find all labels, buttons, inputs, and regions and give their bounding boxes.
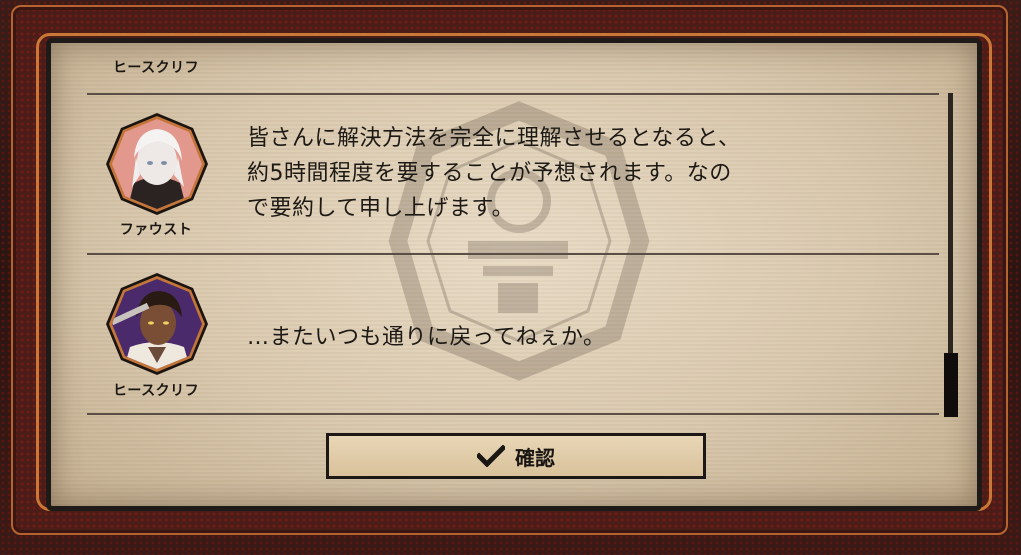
- speaker-name-heathcliff: ヒースクリフ: [112, 383, 200, 399]
- dialog-line-faust-1: 皆さんに解決方法を完全に理解させるとなると、: [247, 126, 741, 151]
- dialog-line-faust-2: 約5時間程度を要することが予想されます。なの: [247, 161, 732, 186]
- scrollbar-thumb[interactable]: [944, 353, 958, 417]
- dialog-log-panel: ヒースクリフ ファウスト 皆さんに解決方法を完全に理解させるとなると、 約5時間…: [46, 38, 982, 511]
- heathcliff-portrait-avatar: [106, 273, 208, 375]
- confirm-button[interactable]: 確認: [326, 433, 706, 479]
- speaker-name: ヒースクリフ: [112, 60, 200, 76]
- entry-divider: [87, 93, 939, 95]
- dialog-line-faust-3: で要約して申し上げます。: [247, 196, 515, 221]
- confirm-button-label: 確認: [515, 445, 555, 470]
- checkmark-icon: [477, 445, 505, 467]
- entry-divider: [87, 253, 939, 255]
- entry-divider: [87, 413, 939, 415]
- faust-portrait-avatar: [106, 113, 208, 215]
- dialog-line-heathcliff-1: …またいつも通りに戻ってねぇか。: [247, 325, 606, 350]
- speaker-name-faust: ファウスト: [119, 222, 193, 238]
